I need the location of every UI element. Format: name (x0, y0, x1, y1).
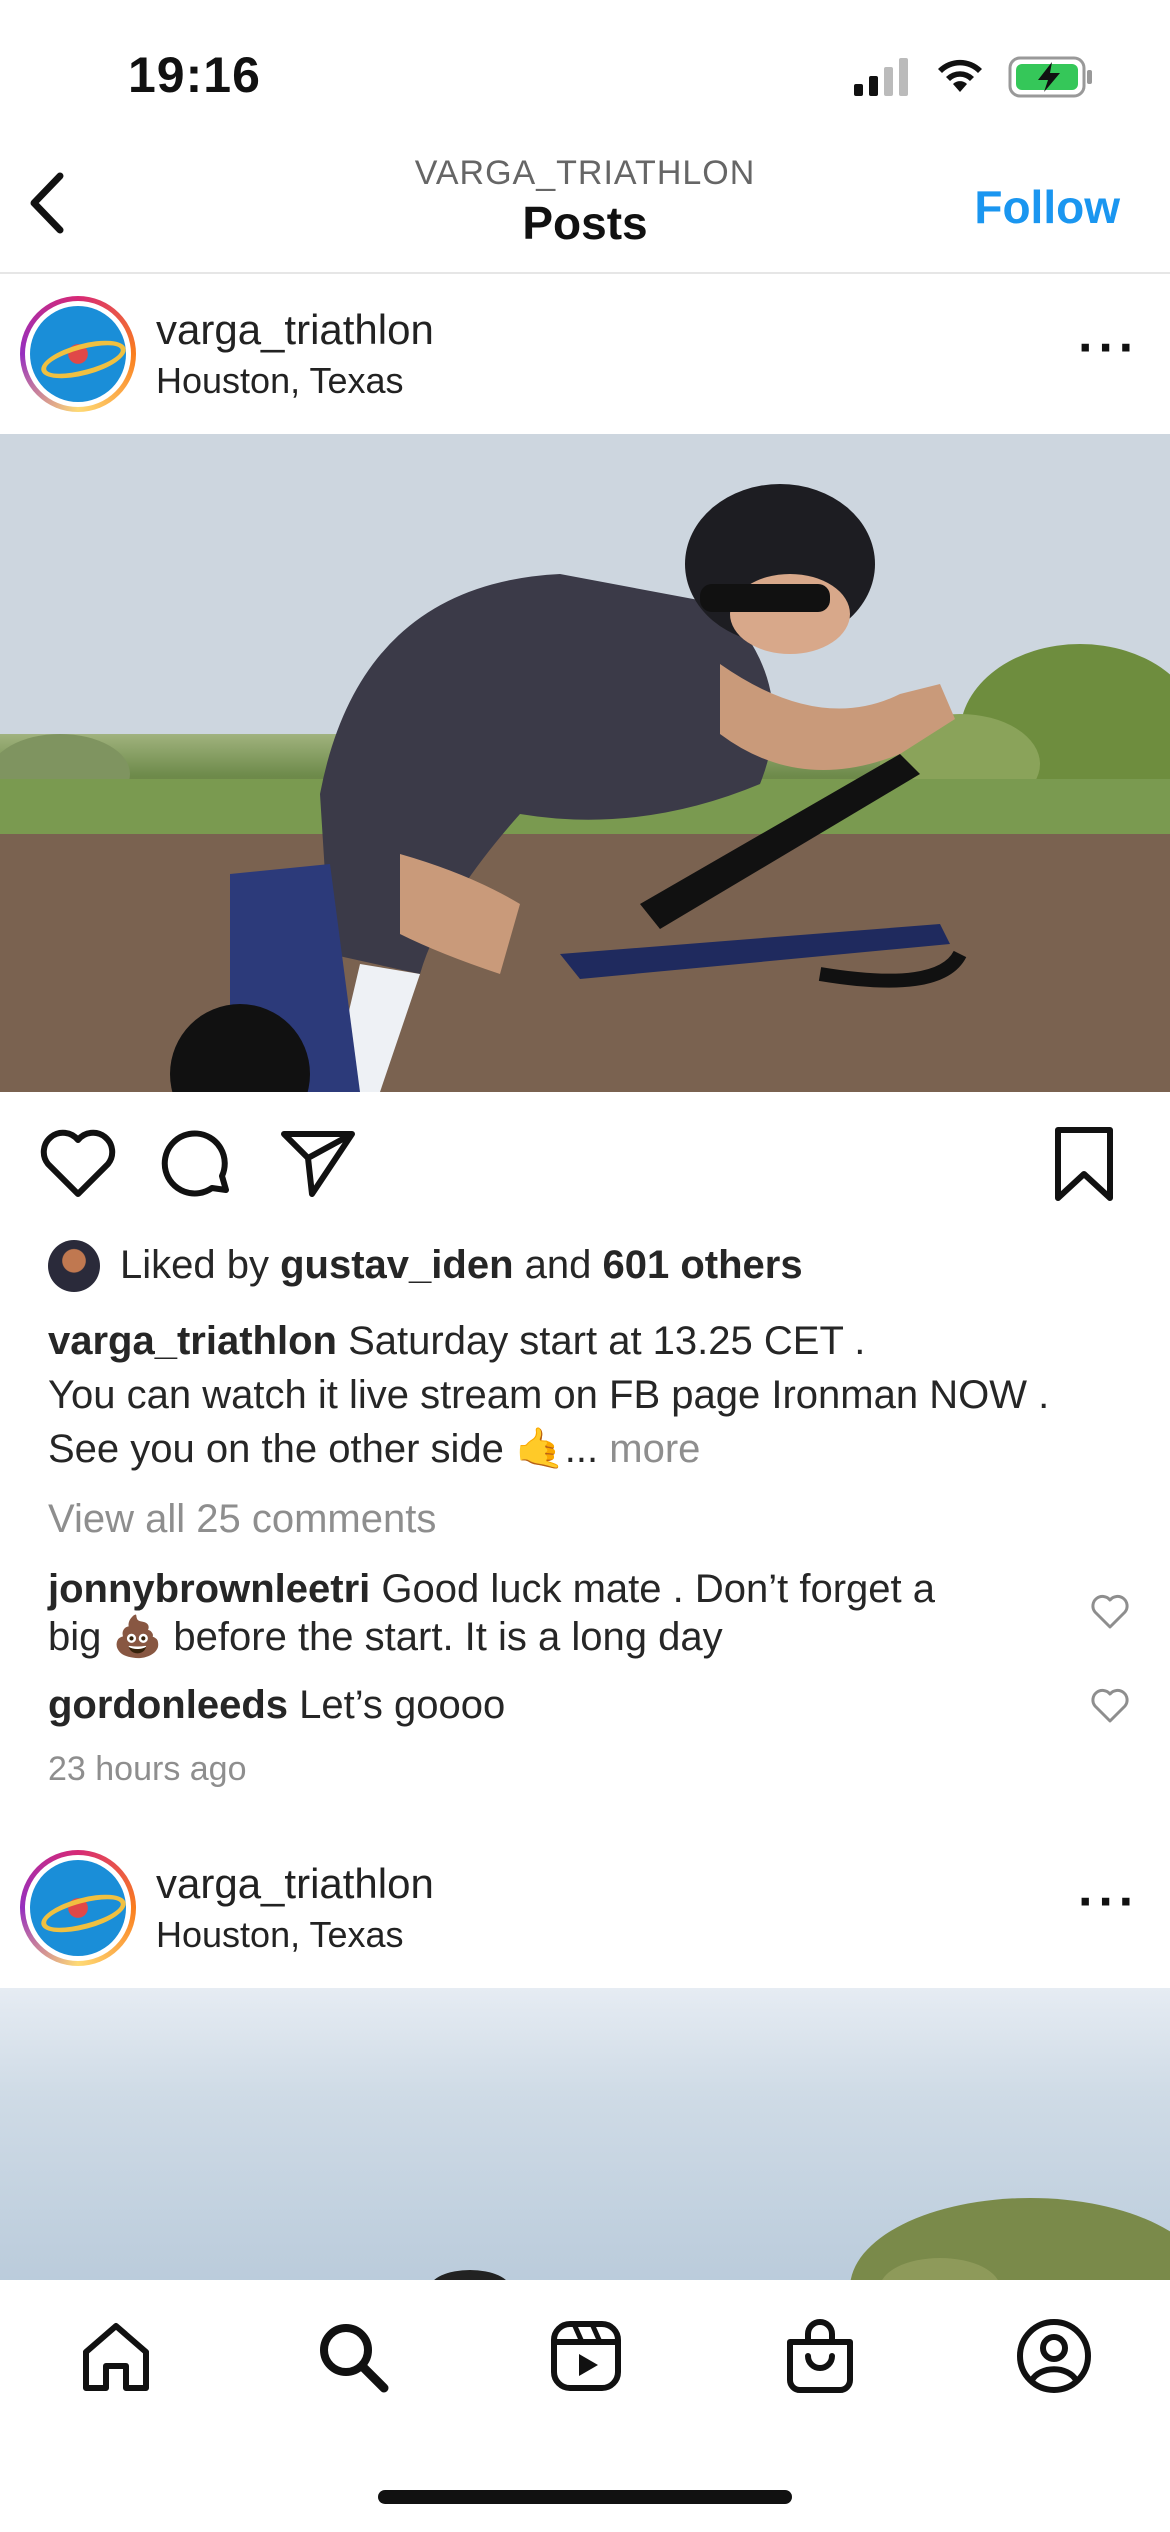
search-icon[interactable] (312, 2316, 392, 2396)
caption-line-3: See you on the other side 🤙... more (48, 1422, 700, 1476)
comment-icon[interactable] (156, 1122, 240, 1206)
likes-prefix: Liked by (120, 1243, 269, 1287)
post-photo[interactable] (0, 434, 1170, 1092)
liker-username[interactable]: gustav_iden (280, 1243, 513, 1287)
save-bookmark-icon[interactable] (1042, 1122, 1126, 1206)
comment-1-line-2: big 💩 before the start. It is a long day (48, 1615, 723, 1659)
comment-1-line-1: jonnybrownleetri Good luck mate . Don’t … (48, 1562, 935, 1616)
liker-avatar[interactable] (48, 1240, 100, 1292)
view-all-comments-link[interactable]: View all 25 comments (48, 1492, 436, 1546)
like-heart-icon[interactable] (36, 1122, 120, 1206)
post-avatar[interactable] (20, 296, 136, 412)
caption-text-1: Saturday start at 13.25 CET . (348, 1319, 866, 1363)
post-timestamp: 23 hours ago (48, 1750, 247, 1788)
home-indicator[interactable] (378, 2490, 792, 2504)
sky-photo-illustration (430, 2198, 1170, 2288)
post-2-location[interactable]: Houston, Texas (156, 1914, 403, 1956)
likes-conjunction: and (524, 1243, 592, 1287)
reels-icon[interactable] (546, 2316, 626, 2396)
comment-1-text: Good luck mate . Don’t forget a (381, 1567, 935, 1611)
status-time: 19:16 (128, 47, 261, 103)
home-icon[interactable] (76, 2316, 156, 2396)
post-2-more-options-icon[interactable]: ··· (1078, 1872, 1139, 1932)
post-2-photo[interactable] (0, 1988, 1170, 2288)
likes-line: Liked by gustav_iden and 601 others (120, 1238, 803, 1292)
caption-text-3: See you on the other side 🤙... (48, 1427, 599, 1471)
profile-icon[interactable] (1014, 2316, 1094, 2396)
post-username[interactable]: varga_triathlon (156, 306, 434, 354)
comment-1-like-icon[interactable] (1090, 1592, 1130, 1632)
battery-charging-icon (1008, 56, 1092, 98)
post-2-username[interactable]: varga_triathlon (156, 1860, 434, 1908)
share-paper-plane-icon[interactable] (276, 1122, 360, 1206)
shop-icon[interactable] (780, 2316, 860, 2396)
comment-2-line-1: gordonleeds Let’s goooo (48, 1678, 505, 1732)
caption-line-1: varga_triathlon Saturday start at 13.25 … (48, 1314, 865, 1368)
comment-2-username[interactable]: gordonleeds (48, 1683, 288, 1727)
likes-count[interactable]: 601 others (603, 1243, 803, 1287)
post-2-avatar[interactable] (20, 1850, 136, 1966)
post-location[interactable]: Houston, Texas (156, 360, 403, 402)
more-options-icon[interactable]: ··· (1078, 318, 1139, 378)
comment-2-like-icon[interactable] (1090, 1686, 1130, 1726)
follow-button[interactable]: Follow (974, 180, 1120, 234)
cyclist-photo-illustration (0, 434, 1170, 1092)
caption-username[interactable]: varga_triathlon (48, 1319, 337, 1363)
wifi-icon (938, 59, 982, 92)
caption-line-2: You can watch it live stream on FB page … (48, 1373, 1050, 1417)
comment-2-text: Let’s goooo (299, 1683, 506, 1727)
cellular-signal-icon (854, 58, 908, 96)
nav-divider (0, 272, 1170, 274)
caption-more-link[interactable]: more (609, 1427, 700, 1471)
comment-1-username[interactable]: jonnybrownleetri (48, 1567, 370, 1611)
